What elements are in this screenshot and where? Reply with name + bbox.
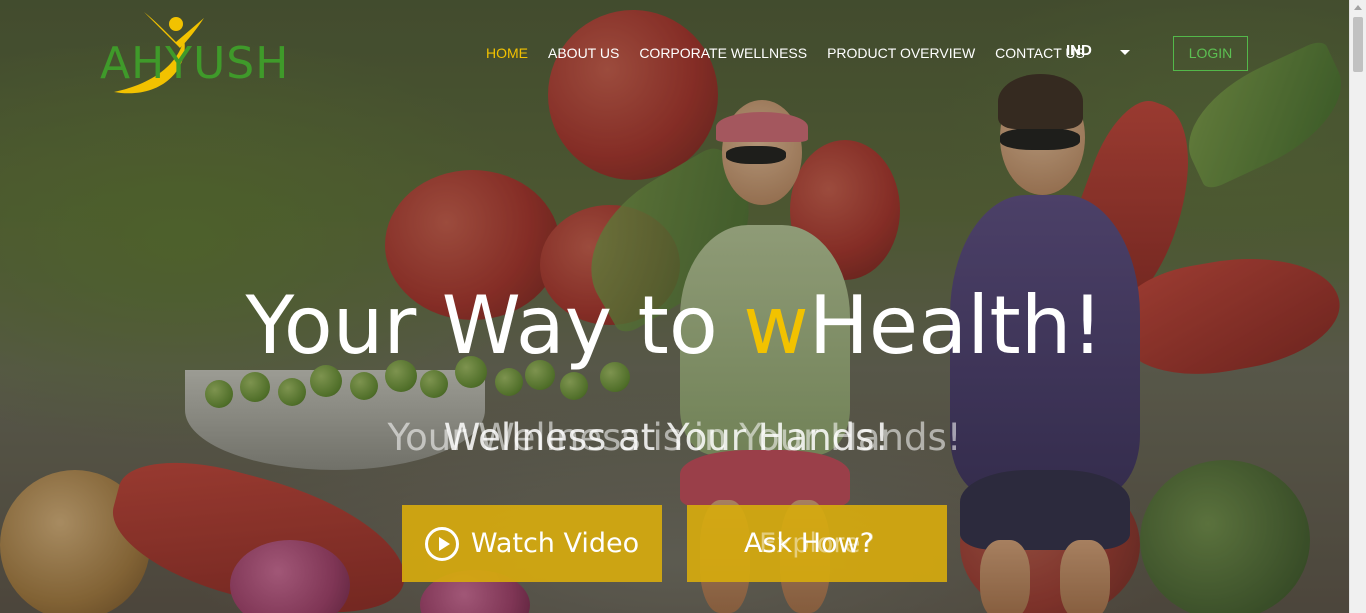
- login-button[interactable]: LOGIN: [1173, 36, 1248, 71]
- nav-item-home[interactable]: HOME: [486, 45, 528, 61]
- brand-logo[interactable]: AHYUSH: [100, 10, 288, 98]
- page: AHYUSH HOME ABOUT US CORPORATE WELLNESS …: [0, 0, 1366, 613]
- vertical-scrollbar[interactable]: [1349, 0, 1366, 613]
- watch-video-button[interactable]: Watch Video: [402, 505, 662, 582]
- play-circle-icon: [424, 526, 459, 561]
- chevron-down-icon[interactable]: [1120, 50, 1130, 55]
- watch-video-label: Watch Video: [470, 528, 640, 559]
- main-nav: HOME ABOUT US CORPORATE WELLNESS PRODUCT…: [486, 43, 1105, 63]
- nav-item-corporate-wellness[interactable]: CORPORATE WELLNESS: [639, 45, 807, 61]
- scroll-thumb[interactable]: [1353, 17, 1363, 72]
- headline-post: Health!: [808, 279, 1104, 372]
- ask-how-label: Ask How?: [744, 528, 874, 559]
- hero-headline: Your Way to wHealth!: [0, 278, 1349, 374]
- nav-item-product-overview[interactable]: PRODUCT OVERVIEW: [827, 45, 975, 61]
- headline-accent: w: [743, 279, 809, 372]
- language-selector[interactable]: IND: [1066, 42, 1092, 59]
- hero-subline: Your Wellness is in Your Hands! Wellness…: [0, 415, 1349, 463]
- headline-pre: Your Way to: [245, 279, 744, 372]
- logo-text: AHYUSH: [100, 38, 290, 89]
- ask-how-button[interactable]: Explore? Ask How?: [687, 505, 947, 582]
- nav-item-about-us[interactable]: ABOUT US: [548, 45, 619, 61]
- scroll-up-arrow-icon[interactable]: [1354, 5, 1362, 10]
- subline-incoming: Wellness at Your Hands!: [443, 416, 890, 459]
